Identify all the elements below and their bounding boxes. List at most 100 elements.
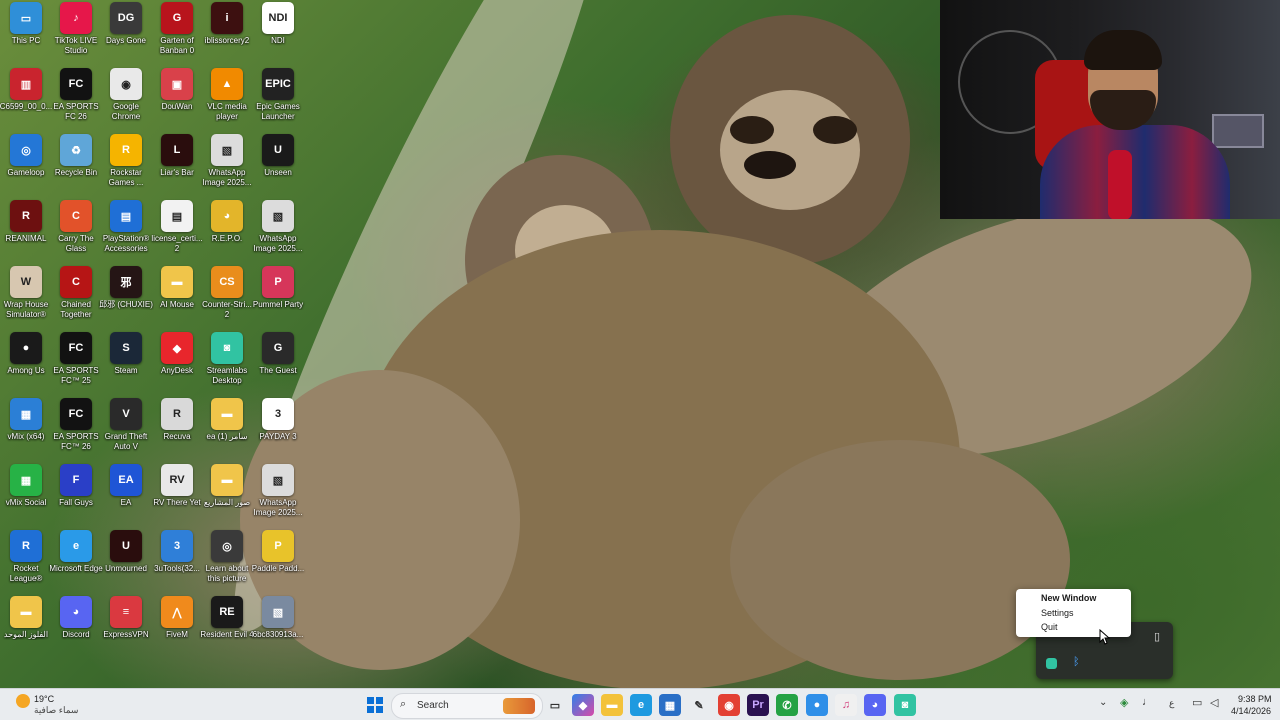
- premiere-icon[interactable]: Pr: [747, 694, 769, 716]
- desktop-icon[interactable]: U Unseen: [252, 134, 304, 198]
- desktop-icon[interactable]: ⋀ FiveM: [151, 596, 203, 660]
- desktop-icon[interactable]: W Wrap House Simulator®: [0, 266, 52, 330]
- chrome-taskbar-icon[interactable]: ◉: [718, 694, 740, 716]
- desktop-icon[interactable]: F Fall Guys: [50, 464, 102, 528]
- pen-icon[interactable]: ✎: [688, 694, 710, 716]
- desktop-icon[interactable]: ▥ C6599_00_0...: [0, 68, 52, 132]
- desktop-icon[interactable]: ▬ صور المشاريع: [201, 464, 253, 528]
- discord-taskbar-icon[interactable]: ◕: [864, 694, 886, 716]
- store-icon[interactable]: ▦: [659, 694, 681, 716]
- desktop-icon[interactable]: e Microsoft Edge: [49, 530, 103, 594]
- desktop-icon[interactable]: ◆ AnyDesk: [151, 332, 203, 396]
- display-icon[interactable]: ▭: [1192, 696, 1202, 709]
- copilot-icon[interactable]: ◆: [572, 694, 594, 716]
- desktop-icon[interactable]: i iblissorcery2: [201, 2, 253, 66]
- taskbar: 19°C سماء صافية ⌕ Search ▭ ◆ ▬ e ▦ ✎ ◉ P…: [0, 688, 1280, 720]
- search-box[interactable]: ⌕ Search: [391, 693, 543, 719]
- ea-icon: EA: [110, 464, 142, 496]
- desktop-icon[interactable]: ♪ TikTok LIVE Studio: [50, 2, 102, 66]
- desktop-icon[interactable]: ◎ Learn about this picture: [201, 530, 253, 594]
- microphone-icon[interactable]: ♩: [1142, 696, 1153, 708]
- desktop-icon[interactable]: ▲ VLC media player: [201, 68, 253, 132]
- desktop-icon[interactable]: 邪邱邪 (CHUXIE): [99, 266, 153, 330]
- clock-time[interactable]: 9:38 PM: [1238, 694, 1272, 704]
- desktop-icon[interactable]: EA EA: [100, 464, 152, 528]
- streamlabs-taskbar-icon[interactable]: ◙: [894, 694, 916, 716]
- menu-item-settings[interactable]: Settings: [1041, 608, 1074, 618]
- desktop-icon[interactable]: G The Guest: [252, 332, 304, 396]
- desktop-icon[interactable]: R Rocket League®: [0, 530, 52, 594]
- desktop-icon-label: ExpressVPN: [103, 630, 149, 639]
- desktop-icon[interactable]: G Garten of Banban 0: [151, 2, 203, 66]
- desktop-icon[interactable]: ♻ Recycle Bin: [50, 134, 102, 198]
- desktop-icon[interactable]: ▦ vMix Social: [0, 464, 52, 528]
- bluetooth-icon[interactable]: ᛒ: [1073, 656, 1080, 668]
- desktop-icon-label: license_certi... 2: [151, 234, 203, 253]
- desktop-icon[interactable]: L Liar's Bar: [151, 134, 203, 198]
- weather-icon[interactable]: [16, 694, 30, 708]
- menu-item-quit[interactable]: Quit: [1041, 622, 1058, 632]
- clock-date[interactable]: 4/14/2026: [1231, 706, 1271, 716]
- desktop-icon[interactable]: P Paddle Padd...: [252, 530, 304, 594]
- desktop-icon[interactable]: FC EA SPORTS FC™ 26: [50, 398, 102, 462]
- desktop-icon[interactable]: ▧ WhatsApp Image 2025...: [201, 134, 253, 198]
- desktop-icon[interactable]: ◕ Discord: [50, 596, 102, 660]
- whatsapp-icon[interactable]: ✆: [776, 694, 798, 716]
- usb-icon[interactable]: ▯: [1154, 630, 1160, 643]
- volume-icon[interactable]: ◁: [1210, 696, 1218, 709]
- desktop-icon[interactable]: ▬ ea سامر (1): [201, 398, 253, 462]
- edge-taskbar-icon[interactable]: e: [630, 694, 652, 716]
- desktop-icon[interactable]: P Pummel Party: [252, 266, 304, 330]
- desktop-icon[interactable]: RE Resident Evil 4: [200, 596, 254, 660]
- desktop-icon[interactable]: ▬ AI Mouse: [151, 266, 203, 330]
- desktop-icon[interactable]: ▤ license_certi... 2: [151, 200, 203, 264]
- desktop-icon[interactable]: C Chained Together: [50, 266, 102, 330]
- desktop-icon[interactable]: R Recuva: [151, 398, 203, 462]
- streamlabs-tray-icon[interactable]: [1046, 658, 1057, 669]
- desktop-icon[interactable]: ◕ R.E.P.O.: [201, 200, 253, 264]
- network-tray-icon[interactable]: ◈: [1120, 696, 1128, 709]
- desktop-icon-grid: ▭ This PC ♪ TikTok LIVE Studio DG Days Gone G G…: [0, 2, 310, 662]
- menu-item-new-window[interactable]: New Window: [1041, 593, 1096, 603]
- desktop-icon[interactable]: ◎ Gameloop: [0, 134, 52, 198]
- itunes-icon[interactable]: ♫: [835, 694, 857, 716]
- desktop-icon[interactable]: V Grand Theft Auto V: [100, 398, 152, 462]
- desktop-icon[interactable]: ▧ WhatsApp Image 2025...: [252, 464, 304, 528]
- desktop-icon[interactable]: ▭ This PC: [0, 2, 52, 66]
- desktop-icon[interactable]: U Unmourned: [100, 530, 152, 594]
- desktop-icon-label: vMix Social: [5, 498, 47, 507]
- vmix-icon: ▦: [10, 398, 42, 430]
- app-blue-icon[interactable]: ●: [806, 694, 828, 716]
- game-icon: G: [161, 2, 193, 34]
- desktop-icon[interactable]: 3 PAYDAY 3: [252, 398, 304, 462]
- desktop-icon[interactable]: ◙ Streamlabs Desktop: [201, 332, 253, 396]
- start-button[interactable]: [364, 694, 386, 716]
- desktop-icon[interactable]: R Rockstar Games ...: [100, 134, 152, 198]
- desktop-icon[interactable]: C Carry The Glass: [50, 200, 102, 264]
- desktop-icon[interactable]: ▦ vMix (x64): [0, 398, 52, 462]
- desktop-icon[interactable]: RV RV There Yet: [151, 464, 203, 528]
- desktop-icon[interactable]: ▧ WhatsApp Image 2025...: [252, 200, 304, 264]
- desktop-icon[interactable]: ▣ DouWan: [151, 68, 203, 132]
- desktop-icon[interactable]: NDI NDI: [252, 2, 304, 66]
- weather-temp[interactable]: 19°C: [34, 694, 54, 704]
- desktop-icon[interactable]: ▤ PlayStation® Accessories: [100, 200, 152, 264]
- game-icon: RE: [211, 596, 243, 628]
- desktop-icon[interactable]: ▧ 6bc830913a...: [252, 596, 304, 660]
- desktop-icon[interactable]: FC EA SPORTS FC 26: [50, 68, 102, 132]
- desktop-icon[interactable]: CS Counter-Stri... 2: [201, 266, 253, 330]
- desktop-icon[interactable]: R REANIMAL: [0, 200, 52, 264]
- desktop-icon[interactable]: FC EA SPORTS FC™ 25: [50, 332, 102, 396]
- task-view-button[interactable]: ▭: [544, 694, 566, 716]
- file-explorer-icon[interactable]: ▬: [601, 694, 623, 716]
- tray-overflow-chevron-icon[interactable]: ⌄: [1099, 697, 1107, 708]
- desktop-icon[interactable]: EPIC Epic Games Launcher: [252, 68, 304, 132]
- desktop-icon[interactable]: ● Among Us: [0, 332, 52, 396]
- desktop-icon[interactable]: ◉ Google Chrome: [100, 68, 152, 132]
- desktop-icon[interactable]: ≡ ExpressVPN: [100, 596, 152, 660]
- desktop-icon[interactable]: ▬ الفلوز الموحد: [0, 596, 52, 660]
- desktop-icon[interactable]: DG Days Gone: [100, 2, 152, 66]
- lang-indicator[interactable]: ع: [1169, 698, 1174, 709]
- desktop-icon[interactable]: 3 3uTools(32...: [151, 530, 203, 594]
- desktop-icon[interactable]: S Steam: [100, 332, 152, 396]
